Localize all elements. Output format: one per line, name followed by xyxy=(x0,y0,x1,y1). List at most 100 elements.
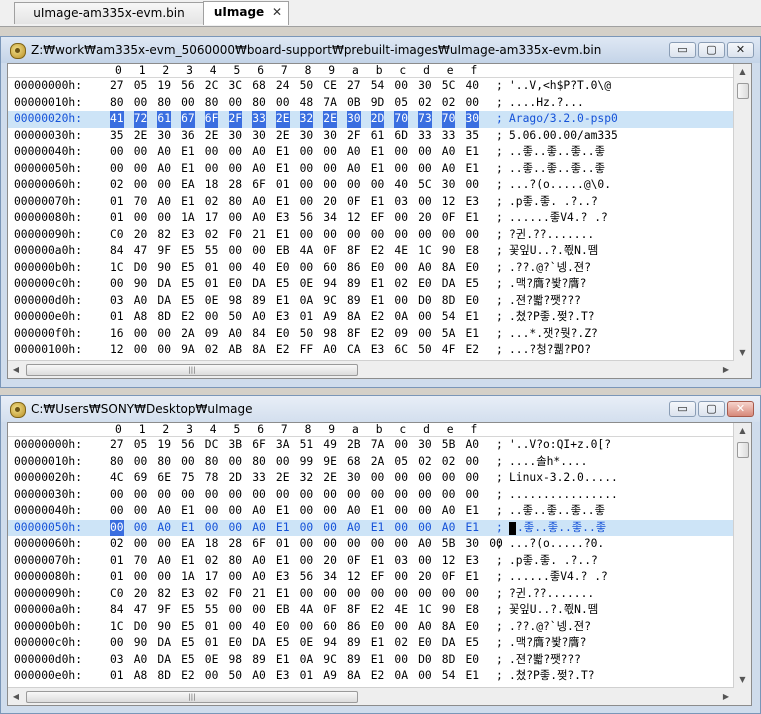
hex-byte[interactable]: 24 xyxy=(276,78,290,95)
hex-byte[interactable]: E8 xyxy=(466,243,480,260)
hex-byte[interactable]: 98 xyxy=(229,652,243,669)
window-titlebar[interactable]: C:₩Users₩SONY₩Desktop₩uImage ▭ ▢ ✕ xyxy=(1,396,760,422)
hex-byte[interactable]: E2 xyxy=(371,309,385,326)
hex-byte[interactable]: 20 xyxy=(134,227,148,244)
hex-byte[interactable]: A0 xyxy=(347,144,361,161)
hex-row[interactable]: 000000a0h: 84 47 9F E5 55 00 00 EB 4A 0F 8F E2 4E 1C 90… xyxy=(8,243,751,260)
hex-byte[interactable]: 8D xyxy=(442,293,456,310)
hex-byte[interactable]: E0 xyxy=(466,652,480,669)
hex-byte[interactable]: 35 xyxy=(110,128,124,145)
hex-byte[interactable]: 40 xyxy=(252,619,266,636)
hex-byte[interactable]: 7A xyxy=(323,95,337,112)
hex-byte[interactable]: 80 xyxy=(205,454,219,471)
hex-byte[interactable]: 19 xyxy=(157,78,171,95)
hex-byte[interactable]: 84 xyxy=(252,326,266,343)
hex-byte[interactable]: 30 xyxy=(323,128,337,145)
hex-byte[interactable]: 00 xyxy=(418,520,432,537)
hex-byte[interactable]: 00 xyxy=(134,569,148,586)
hex-byte[interactable]: 9E xyxy=(323,454,337,471)
hex-byte[interactable]: 56 xyxy=(300,569,314,586)
hex-row[interactable]: 000000e0h: 01 A8 8D E2 00 50 A0 E3 01 A9 8A E2 0A 00 54… xyxy=(8,309,751,326)
hex-byte[interactable]: E5 xyxy=(181,619,195,636)
hex-byte[interactable]: 4E xyxy=(394,602,408,619)
hex-byte[interactable]: E1 xyxy=(276,144,290,161)
hex-byte[interactable]: A0 xyxy=(252,569,266,586)
hex-byte[interactable]: 00 xyxy=(418,668,432,685)
hex-byte[interactable]: 2E xyxy=(323,111,337,128)
hex-byte[interactable]: 4F xyxy=(442,342,456,359)
hex-byte[interactable]: DA xyxy=(157,652,171,669)
hex-byte[interactable]: E3 xyxy=(276,569,290,586)
hex-byte[interactable]: E0 xyxy=(418,276,432,293)
hex-byte[interactable]: E0 xyxy=(418,635,432,652)
hex-byte[interactable]: 00 xyxy=(347,586,361,603)
hex-byte[interactable]: 0B xyxy=(347,95,361,112)
hex-byte[interactable]: 5C xyxy=(442,78,456,95)
hex-byte[interactable]: 00 xyxy=(157,342,171,359)
hex-byte[interactable]: 17 xyxy=(205,210,219,227)
hex-byte[interactable]: 32 xyxy=(300,470,314,487)
hex-byte[interactable]: 30 xyxy=(442,177,456,194)
hex-byte[interactable]: 00 xyxy=(157,569,171,586)
hex-byte[interactable]: 80 xyxy=(252,95,266,112)
hex-byte[interactable]: E1 xyxy=(466,668,480,685)
hex-byte[interactable]: 02 xyxy=(205,342,219,359)
hex-byte[interactable]: 00 xyxy=(347,487,361,504)
hex-byte[interactable]: 0F xyxy=(323,602,337,619)
hex-byte[interactable]: 00 xyxy=(205,503,219,520)
hex-byte[interactable]: 01 xyxy=(110,309,124,326)
hex-byte[interactable]: 0E xyxy=(300,276,314,293)
hex-byte[interactable]: 70 xyxy=(441,111,456,128)
hex-byte[interactable]: E3 xyxy=(181,586,195,603)
hex-byte[interactable]: 1C xyxy=(418,243,432,260)
hex-byte[interactable]: 00 xyxy=(418,161,432,178)
hex-byte[interactable]: E2 xyxy=(371,326,385,343)
hex-byte[interactable]: E1 xyxy=(276,520,290,537)
hex-byte[interactable]: 0F xyxy=(442,569,456,586)
hex-row[interactable]: 00000010h: 80 00 80 00 80 00 80 00 99 9E 68 2A 05 02 02… xyxy=(8,454,751,471)
hex-row[interactable]: 00000090h: C0 20 82 E3 02 F0 21 E1 00 00 00 00 00 00 00… xyxy=(8,227,751,244)
scroll-thumb[interactable]: ||| xyxy=(26,691,358,703)
window-titlebar[interactable]: Z:₩work₩am335x-evm_5060000₩board-support… xyxy=(1,37,760,63)
hex-byte[interactable]: E1 xyxy=(466,569,480,586)
hex-byte[interactable]: 00 xyxy=(252,602,266,619)
hex-row[interactable]: 00000070h: 01 70 A0 E1 02 80 A0 E1 00 20 0F E1 03 00 12… xyxy=(8,194,751,211)
hex-byte[interactable]: 00 xyxy=(134,161,148,178)
scroll-right-icon[interactable]: ▶ xyxy=(718,361,734,378)
hex-byte[interactable]: 69 xyxy=(134,470,148,487)
hex-byte[interactable]: 30 xyxy=(347,470,361,487)
hex-byte[interactable]: A0 xyxy=(323,342,337,359)
hex-byte[interactable]: A0 xyxy=(252,503,266,520)
hex-byte[interactable]: 00 xyxy=(134,144,148,161)
hex-byte[interactable]: E5 xyxy=(466,635,480,652)
hex-byte[interactable]: 00 xyxy=(394,487,408,504)
hex-byte[interactable]: 2F xyxy=(347,128,361,145)
hex-byte[interactable]: 02 xyxy=(418,454,432,471)
hex-byte[interactable]: 56 xyxy=(181,437,195,454)
hex-byte[interactable]: 30 xyxy=(465,111,480,128)
hex-byte[interactable]: 55 xyxy=(205,243,219,260)
hex-byte[interactable]: 00 xyxy=(466,454,480,471)
hex-byte[interactable]: 01 xyxy=(205,635,219,652)
hex-byte[interactable]: 80 xyxy=(229,553,243,570)
hex-byte[interactable]: 98 xyxy=(229,293,243,310)
hex-byte[interactable]: 00 xyxy=(205,520,219,537)
hex-byte[interactable]: 30 xyxy=(418,78,432,95)
scroll-thumb[interactable]: ||| xyxy=(26,364,358,376)
hex-byte[interactable]: 78 xyxy=(205,470,219,487)
hex-byte[interactable]: 89 xyxy=(252,652,266,669)
hex-byte[interactable]: 89 xyxy=(252,293,266,310)
hex-byte[interactable]: 01 xyxy=(300,309,314,326)
hex-byte[interactable]: 00 xyxy=(181,454,195,471)
hex-byte[interactable]: 05 xyxy=(134,78,148,95)
hex-byte[interactable]: 00 xyxy=(466,177,480,194)
hex-byte[interactable]: 47 xyxy=(134,602,148,619)
hex-byte[interactable]: E1 xyxy=(276,194,290,211)
hex-byte[interactable]: 00 xyxy=(110,487,124,504)
hex-byte[interactable]: 00 xyxy=(394,144,408,161)
hex-byte[interactable]: 90 xyxy=(157,260,171,277)
hex-byte[interactable]: 27 xyxy=(347,78,361,95)
hex-row[interactable]: 000000b0h: 1C D0 90 E5 01 00 40 E0 00 60 86 E0 00 A0 8A… xyxy=(8,260,751,277)
hex-byte[interactable]: 6E xyxy=(157,470,171,487)
hex-byte[interactable]: CE xyxy=(323,78,337,95)
